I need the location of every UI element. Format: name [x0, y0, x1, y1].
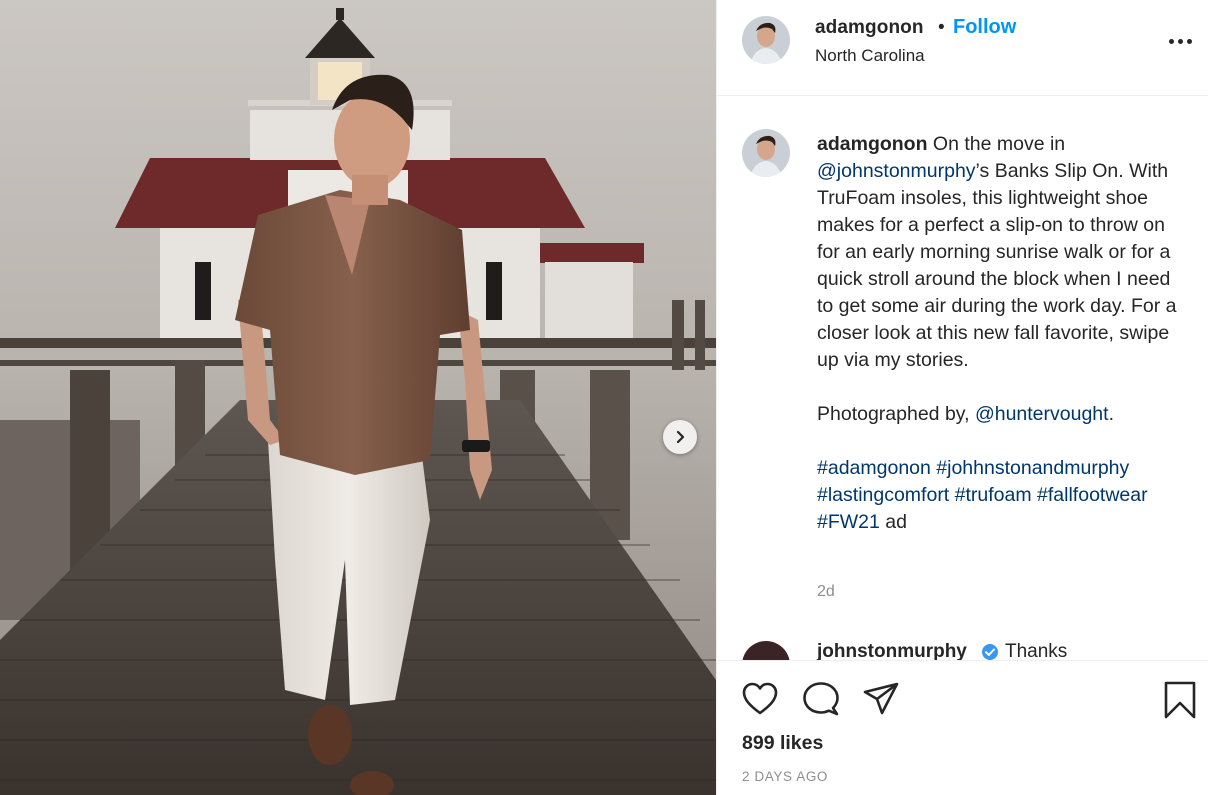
header-separator: •: [938, 17, 945, 38]
caption-avatar[interactable]: [742, 129, 790, 177]
avatar-image: [742, 16, 790, 64]
caption-text-intro: On the move in: [927, 133, 1066, 155]
caption-username[interactable]: adamgonon: [817, 133, 928, 155]
likes-count[interactable]: 899 likes: [742, 732, 823, 755]
avatar[interactable]: [742, 16, 790, 64]
verified-badge-icon: [982, 644, 998, 660]
paper-plane-icon: [863, 682, 899, 715]
bookmark-icon: [1164, 681, 1196, 719]
comment-username[interactable]: johnstonmurphy: [817, 641, 967, 660]
save-button[interactable]: [1163, 681, 1197, 724]
ad-label: ad: [879, 511, 907, 533]
post-header: adamgonon • Follow North Carolina: [717, 0, 1208, 96]
caption-text-body: ’s Banks Slip On. With TruFoam insoles, …: [817, 160, 1177, 371]
follow-button[interactable]: Follow: [953, 16, 1016, 39]
post-side-panel: adamgonon • Follow North Carolina adamgo…: [716, 0, 1208, 795]
post-actions-bar: 899 likes 2 DAYS AGO: [717, 660, 1208, 795]
post-caption: adamgonon On the move in @johnstonmurphy…: [817, 131, 1187, 536]
hashtag-link[interactable]: #lastingcomfort: [817, 484, 949, 506]
comment-button[interactable]: [802, 681, 840, 722]
comment-icon: [803, 682, 839, 716]
mention-link[interactable]: @johnstonmurphy: [817, 160, 976, 182]
hashtag-link[interactable]: #johhnstonandmurphy: [936, 457, 1129, 479]
comment-item: johnstonmurphy Thanks: [717, 637, 1208, 660]
share-button[interactable]: [862, 681, 900, 722]
hashtag-link[interactable]: #fallfootwear: [1037, 484, 1148, 506]
header-username[interactable]: adamgonon: [815, 17, 924, 39]
post-image: [0, 0, 716, 795]
photo-credit-prefix: Photographed by,: [817, 403, 975, 425]
location-link[interactable]: North Carolina: [815, 46, 925, 66]
post-photo[interactable]: [0, 0, 716, 795]
like-button[interactable]: [741, 681, 779, 722]
heart-icon: [742, 682, 778, 715]
comment-text: Thanks: [1005, 641, 1068, 660]
photo-credit-suffix: .: [1108, 403, 1114, 425]
caption-timestamp[interactable]: 2d: [817, 583, 835, 601]
post-date[interactable]: 2 DAYS AGO: [742, 769, 828, 784]
chevron-right-icon: [676, 430, 685, 444]
comment-avatar[interactable]: [742, 641, 790, 660]
more-horizontal-icon[interactable]: [1169, 34, 1197, 48]
comments-scroll-area[interactable]: adamgonon On the move in @johnstonmurphy…: [717, 97, 1208, 660]
carousel-next-button[interactable]: [663, 420, 697, 454]
hashtag-link[interactable]: #trufoam: [955, 484, 1032, 506]
photographer-mention-link[interactable]: @huntervought: [975, 403, 1109, 425]
hashtag-link[interactable]: #FW21: [817, 511, 880, 533]
hashtag-link[interactable]: #adamgonon: [817, 457, 931, 479]
avatar-image: [742, 129, 790, 177]
